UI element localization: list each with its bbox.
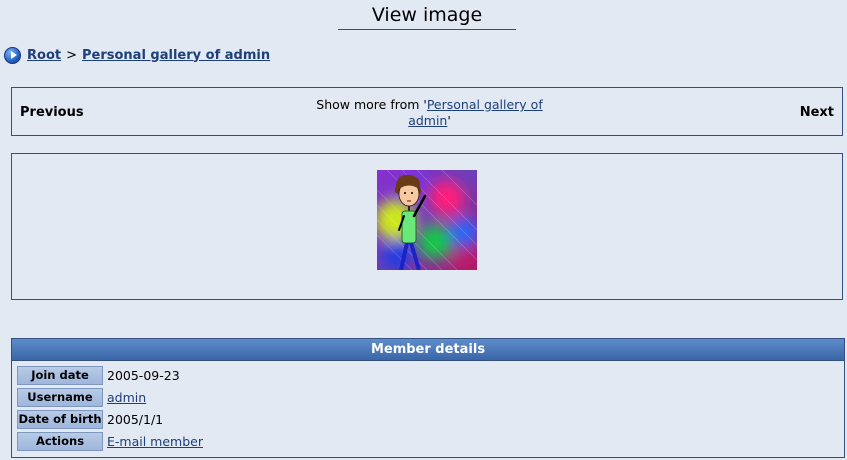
arrow-right-icon: [4, 46, 21, 64]
username-link[interactable]: admin: [107, 390, 146, 405]
image-navigation: Previous Show more from 'Personal galler…: [11, 87, 843, 136]
detail-row-username: Username admin: [17, 388, 146, 407]
breadcrumb-separator: >: [66, 47, 77, 63]
join-date-label: Join date: [17, 366, 103, 385]
show-more-suffix: ': [447, 113, 451, 128]
image-container: [11, 153, 843, 300]
breadcrumb-gallery-link[interactable]: Personal gallery of admin: [82, 48, 270, 63]
email-member-link[interactable]: E-mail member: [107, 434, 203, 449]
previous-link[interactable]: Previous: [20, 105, 84, 120]
detail-row-actions: Actions E-mail member: [17, 432, 203, 451]
show-more-prefix: Show more from ': [316, 97, 427, 112]
show-more-text: Show more from 'Personal gallery of admi…: [297, 97, 562, 129]
username-label: Username: [17, 388, 103, 407]
date-of-birth-value: 2005/1/1: [107, 412, 164, 427]
gallery-image[interactable]: [377, 170, 477, 270]
breadcrumb-root-link[interactable]: Root: [27, 48, 61, 63]
member-details-heading: Member details: [12, 339, 844, 361]
member-details-panel: Member details Join date 2005-09-23 User…: [11, 338, 845, 458]
join-date-value: 2005-09-23: [107, 368, 180, 383]
detail-row-date-of-birth: Date of birth 2005/1/1: [17, 410, 163, 429]
breadcrumb: Root > Personal gallery of admin: [4, 46, 270, 64]
date-of-birth-label: Date of birth: [17, 410, 103, 429]
actions-label: Actions: [17, 432, 103, 451]
detail-row-join-date: Join date 2005-09-23: [17, 366, 180, 385]
next-link[interactable]: Next: [800, 105, 834, 120]
page-title: View image: [338, 3, 516, 30]
show-more-gallery-link[interactable]: Personal gallery of admin: [408, 97, 543, 128]
